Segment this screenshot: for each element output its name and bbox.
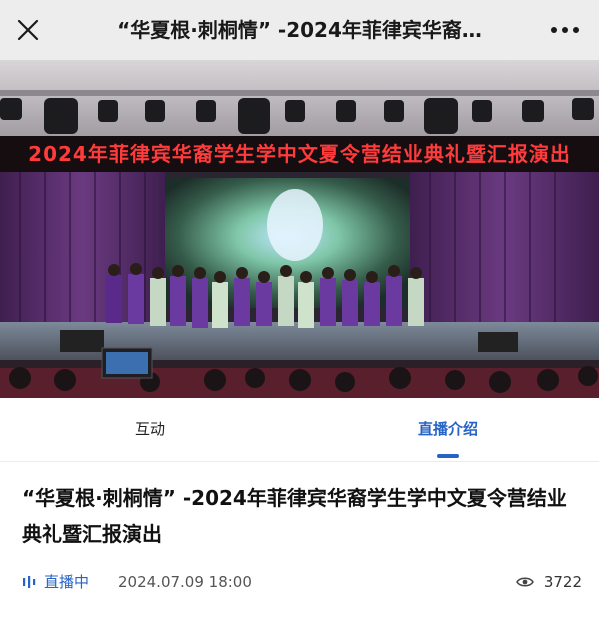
view-count: 3722 [515, 570, 582, 594]
event-meta: 直播中 2024.07.09 18:00 3722 [22, 570, 582, 594]
live-bars-icon [23, 576, 36, 588]
live-status[interactable]: 直播中 [22, 570, 89, 594]
tab-live-intro[interactable]: 直播介绍 [358, 398, 538, 462]
tab-bar: 互动 直播介绍 [0, 398, 599, 462]
close-icon [17, 19, 39, 41]
view-count-value: 3722 [543, 573, 582, 591]
event-datetime: 2024.07.09 18:00 [118, 573, 252, 591]
tab-interaction[interactable]: 互动 [60, 398, 240, 462]
stage-scene [0, 60, 599, 398]
live-status-label: 直播中 [44, 573, 90, 591]
page-title: “华夏根·刺桐情” -2024年菲律宾华裔… [117, 18, 482, 42]
more-button[interactable] [548, 16, 582, 44]
event-title: “华夏根·刺桐情” -2024年菲律宾华裔学生学中文夏令营结业典礼暨汇报演出 [22, 486, 567, 546]
stage-banner-text: 2024年菲律宾华裔学生学中文夏令营结业典礼暨汇报演出 [28, 142, 571, 166]
live-video-player[interactable]: 2024年菲律宾华裔学生学中文夏令营结业典礼暨汇报演出 [0, 60, 599, 398]
top-nav-bar: “华夏根·刺桐情” -2024年菲律宾华裔… [0, 0, 599, 60]
eye-icon [515, 577, 534, 587]
active-tab-indicator [437, 454, 459, 458]
close-button[interactable] [14, 16, 42, 44]
more-dots-icon [551, 27, 579, 33]
